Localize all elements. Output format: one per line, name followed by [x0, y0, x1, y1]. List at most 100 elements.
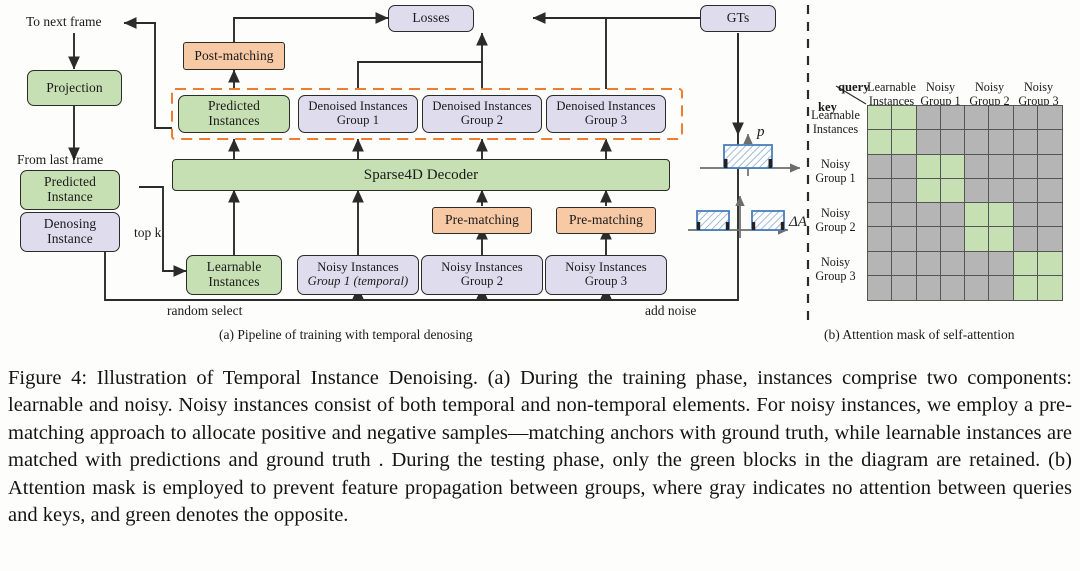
node-gts-label: GTs — [726, 10, 750, 26]
attention-cell-r2-c3 — [940, 154, 965, 179]
attention-cell-r4-c3 — [940, 203, 965, 228]
attention-cell-r3-c5 — [989, 178, 1014, 203]
matrix-row-header-1-line-1: Group 1 — [815, 170, 856, 185]
node-noisy-group-1-line-1: Group 1 (temporal) — [307, 274, 409, 288]
attention-cell-r0-c3 — [940, 106, 965, 131]
node-projection-line-0: Projection — [46, 79, 103, 95]
node-predicted-instance[interactable]: Predicted Instance — [20, 170, 120, 210]
node-noisy-group-1-line-0: Noisy Instances — [317, 260, 399, 275]
attention-cell-r4-c6 — [1013, 203, 1038, 228]
attention-cell-r1-c6 — [1013, 130, 1038, 155]
attention-cell-r3-c3 — [940, 178, 965, 203]
attention-cell-r0-c4 — [965, 106, 990, 131]
node-learnable-instances[interactable]: Learnable Instances — [186, 255, 282, 295]
attention-cell-r7-c1 — [892, 275, 917, 300]
node-post-matching[interactable]: Post-matching — [183, 42, 285, 70]
attention-cell-r6-c3 — [940, 251, 965, 276]
attention-cell-r3-c1 — [892, 178, 917, 203]
matrix-row-header-0-line-0: Learnable — [811, 108, 860, 122]
figure-caption: Figure 4: Illustration of Temporal Insta… — [8, 367, 1072, 527]
node-denosing-instance-line-0: Denosing — [43, 216, 97, 232]
inset-p-axis-label: p — [757, 124, 765, 140]
node-noisy-instances-group-3[interactable]: Noisy Instances Group 3 — [545, 255, 667, 295]
attention-cell-r5-c6 — [1013, 227, 1038, 252]
node-denoised-group-3-line-0: Denoised Instances — [556, 99, 656, 114]
attention-cell-r7-c2 — [916, 275, 941, 300]
node-denoised-group-1-line-1: Group 1 — [336, 113, 380, 127]
label-add-noise: add noise — [641, 303, 701, 319]
node-predicted-instances-line-0: Predicted — [208, 98, 260, 114]
node-predicted-instances[interactable]: Predicted Instances — [178, 95, 290, 133]
attention-cell-r3-c2 — [916, 178, 941, 203]
node-denosing-instance[interactable]: Denosing Instance — [20, 212, 120, 252]
attention-cell-r2-c1 — [892, 154, 917, 179]
attention-cell-r6-c5 — [989, 251, 1014, 276]
matrix-row-header-2: Noisy Group 2 — [806, 206, 865, 234]
attention-cell-r5-c1 — [892, 227, 917, 252]
attention-cell-r6-c0 — [868, 251, 893, 276]
node-projection[interactable]: Projection — [27, 70, 122, 106]
inset-plot-p — [700, 133, 801, 176]
node-gts[interactable]: GTs — [700, 5, 776, 32]
attention-cell-r0-c7 — [1037, 106, 1062, 131]
attention-cell-r4-c5 — [989, 203, 1014, 228]
attention-cell-r2-c4 — [965, 154, 990, 179]
matrix-query-label: query — [838, 80, 870, 94]
node-pre-matching-3-label: Pre-matching — [569, 212, 643, 228]
node-predicted-instance-line-0: Predicted — [44, 174, 96, 190]
attention-cell-r4-c0 — [868, 203, 893, 228]
node-denoised-instances-group-2[interactable]: Denoised Instances Group 2 — [422, 95, 542, 133]
attention-cell-r1-c3 — [940, 130, 965, 155]
attention-cell-r1-c7 — [1037, 130, 1062, 155]
attention-cell-r0-c6 — [1013, 106, 1038, 131]
attention-cell-r2-c2 — [916, 154, 941, 179]
attention-cell-r2-c5 — [989, 154, 1014, 179]
label-random-select: random select — [163, 303, 247, 319]
attention-cell-r7-c5 — [989, 275, 1014, 300]
node-sparse4d-decoder[interactable]: Sparse4D Decoder — [172, 159, 670, 191]
attention-cell-r2-c7 — [1037, 154, 1062, 179]
attention-cell-r4-c1 — [892, 203, 917, 228]
attention-cell-r3-c4 — [965, 178, 990, 203]
attention-cell-r6-c2 — [916, 251, 941, 276]
node-denoised-group-1-line-0: Denoised Instances — [308, 99, 408, 114]
node-denoised-group-3-line-1: Group 3 — [584, 113, 628, 127]
node-losses[interactable]: Losses — [388, 5, 474, 32]
node-noisy-group-3-line-0: Noisy Instances — [565, 260, 647, 275]
attention-cell-r2-c0 — [868, 154, 893, 179]
figure-container: Projection Predicted Instance Denosing I… — [0, 0, 1080, 571]
attention-cell-r4-c2 — [916, 203, 941, 228]
node-pre-matching-3[interactable]: Pre-matching — [556, 207, 656, 234]
attention-cell-r7-c6 — [1013, 275, 1038, 300]
attention-cell-r3-c6 — [1013, 178, 1038, 203]
attention-mask-grid — [867, 105, 1063, 301]
attention-cell-r1-c0 — [868, 130, 893, 155]
attention-cell-r5-c7 — [1037, 227, 1062, 252]
matrix-row-header-1-line-0: Noisy — [820, 157, 851, 171]
attention-cell-r5-c0 — [868, 227, 893, 252]
node-sparse4d-decoder-label: Sparse4D Decoder — [363, 166, 479, 183]
node-pre-matching-2-label: Pre-matching — [445, 212, 519, 228]
attention-cell-r4-c4 — [965, 203, 990, 228]
node-denoised-instances-group-3[interactable]: Denoised Instances Group 3 — [546, 95, 666, 133]
matrix-row-header-3-line-1: Group 3 — [815, 268, 856, 283]
node-pre-matching-2[interactable]: Pre-matching — [432, 207, 532, 234]
attention-cell-r7-c3 — [940, 275, 965, 300]
node-noisy-group-3-line-1: Group 3 — [584, 274, 628, 288]
node-denoised-instances-group-1[interactable]: Denoised Instances Group 1 — [298, 95, 418, 133]
attention-cell-r6-c6 — [1013, 251, 1038, 276]
attention-cell-r2-c6 — [1013, 154, 1038, 179]
node-losses-label: Losses — [412, 10, 450, 26]
attention-cell-r6-c4 — [965, 251, 990, 276]
matrix-row-header-2-line-0: Noisy — [820, 206, 851, 220]
node-noisy-instances-group-1[interactable]: Noisy Instances Group 1 (temporal) — [297, 255, 419, 295]
attention-cell-r4-c7 — [1037, 203, 1062, 228]
node-noisy-instances-group-2[interactable]: Noisy Instances Group 2 — [421, 255, 543, 295]
attention-cell-r5-c3 — [940, 227, 965, 252]
attention-cell-r6-c1 — [892, 251, 917, 276]
matrix-row-header-2-line-1: Group 2 — [815, 219, 856, 234]
matrix-col-header-2-line-0: Noisy — [974, 80, 1005, 94]
matrix-col-header-3-line-0: Noisy — [1023, 80, 1054, 94]
matrix-col-header-0-line-0: Learnable — [867, 80, 916, 94]
attention-cell-r0-c2 — [916, 106, 941, 131]
